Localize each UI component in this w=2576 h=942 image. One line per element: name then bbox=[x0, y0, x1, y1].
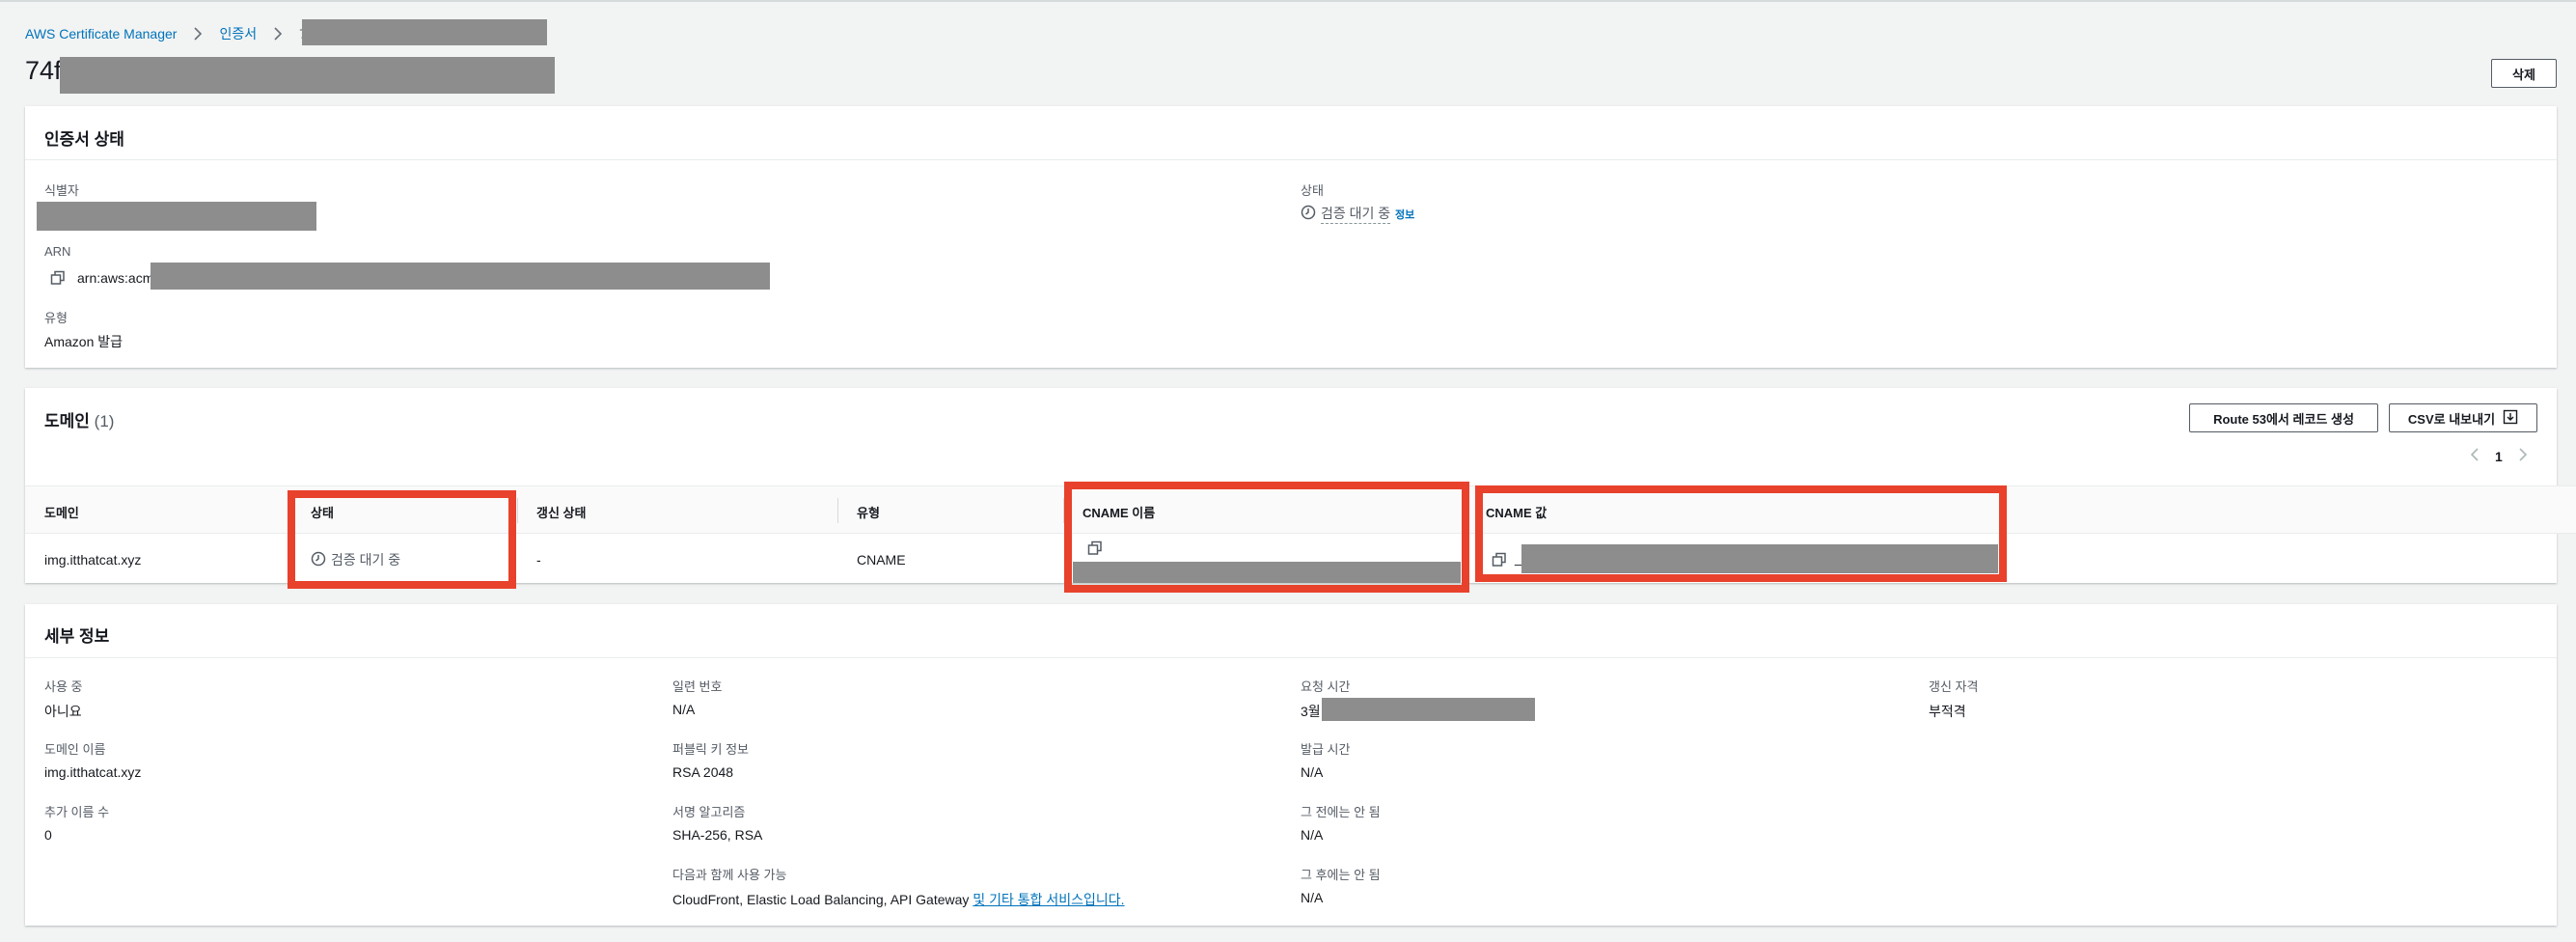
not-before-label: 그 전에는 안 됨 bbox=[1301, 805, 1381, 819]
in-use-label: 사용 중 bbox=[44, 679, 83, 694]
usable-with-value: CloudFront, Elastic Load Balancing, API … bbox=[672, 890, 1125, 909]
pending-status: 검증 대기 중 bbox=[1301, 204, 1391, 224]
breadcrumb: AWS Certificate Manager 인증서 74f bbox=[25, 23, 318, 44]
col-domain[interactable]: 도메인 bbox=[44, 503, 79, 521]
column-divider bbox=[517, 498, 518, 523]
highlight-status-column bbox=[288, 490, 516, 589]
serial-label: 일련 번호 bbox=[672, 679, 723, 694]
redacted-title-id bbox=[60, 57, 555, 94]
type-value: Amazon 발급 bbox=[44, 334, 123, 349]
col-type[interactable]: 유형 bbox=[857, 503, 880, 521]
panel-title: 인증서 상태 bbox=[44, 130, 124, 149]
type-label: 유형 bbox=[44, 311, 68, 325]
redacted-identifier bbox=[37, 202, 316, 231]
renewal-eligibility-label: 갱신 자격 bbox=[1929, 679, 1979, 694]
route53-create-records-button[interactable]: Route 53에서 레코드 생성 bbox=[2189, 403, 2378, 432]
row-renewal-status: - bbox=[536, 552, 541, 568]
in-use-value: 아니요 bbox=[44, 704, 82, 719]
redacted-breadcrumb-id bbox=[302, 19, 547, 45]
page-title: 74f bbox=[25, 56, 62, 85]
row-type: CNAME bbox=[857, 552, 906, 568]
not-after-label: 그 후에는 안 됨 bbox=[1301, 868, 1381, 882]
redacted-arn bbox=[151, 263, 770, 290]
redacted-requested-time bbox=[1322, 698, 1535, 721]
domains-title: 도메인 bbox=[44, 412, 90, 430]
info-link[interactable]: 정보 bbox=[1395, 207, 1414, 222]
export-csv-label: CSV로 내보내기 bbox=[2407, 411, 2496, 427]
details-panel: 세부 정보 사용 중 아니요 도메인 이름 img.itthatcat.xyz … bbox=[25, 604, 2557, 926]
panel-header bbox=[25, 106, 2557, 160]
page-number[interactable]: 1 bbox=[2495, 449, 2503, 464]
highlight-cname-value-column bbox=[1475, 485, 2007, 582]
signature-label: 서명 알고리즘 bbox=[672, 805, 746, 819]
additional-names-label: 추가 이름 수 bbox=[44, 805, 110, 819]
chevron-left-icon[interactable] bbox=[2470, 447, 2480, 465]
column-divider bbox=[837, 498, 838, 523]
col-renewal-status[interactable]: 갱신 상태 bbox=[536, 503, 586, 521]
not-before-value: N/A bbox=[1301, 827, 1324, 843]
public-key-value: RSA 2048 bbox=[672, 764, 734, 780]
identifier-label: 식별자 bbox=[44, 183, 79, 198]
export-csv-button[interactable]: CSV로 내보내기 bbox=[2389, 403, 2537, 432]
clock-icon bbox=[1301, 205, 1316, 223]
breadcrumb-certificates-link[interactable]: 인증서 bbox=[219, 24, 257, 43]
requested-label: 요청 시간 bbox=[1301, 679, 1351, 694]
status-text: 검증 대기 중 bbox=[1321, 204, 1391, 224]
requested-value: 3월 bbox=[1301, 704, 1321, 719]
status-label: 상태 bbox=[1301, 183, 1324, 198]
top-border bbox=[0, 0, 2576, 2]
domain-name-value: img.itthatcat.xyz bbox=[44, 764, 142, 780]
issued-label: 발급 시간 bbox=[1301, 742, 1351, 757]
usable-with-label: 다음과 함께 사용 가능 bbox=[672, 868, 787, 882]
other-services-link[interactable]: 및 기타 통합 서비스입니다. bbox=[973, 892, 1124, 907]
usable-with-services: CloudFront, Elastic Load Balancing, API … bbox=[672, 892, 970, 907]
additional-names-value: 0 bbox=[44, 827, 52, 843]
not-after-value: N/A bbox=[1301, 890, 1324, 905]
chevron-right-icon bbox=[268, 24, 288, 43]
domain-name-label: 도메인 이름 bbox=[44, 742, 106, 757]
download-icon bbox=[2503, 409, 2518, 428]
issued-value: N/A bbox=[1301, 764, 1324, 780]
copy-icon[interactable] bbox=[50, 270, 66, 286]
delete-button[interactable]: 삭제 bbox=[2491, 59, 2557, 88]
domain-count: (1) bbox=[94, 412, 115, 430]
row-domain: img.itthatcat.xyz bbox=[44, 552, 142, 568]
certificate-status-panel: 인증서 상태 식별자 ARN arn:aws:acm 유형 Amazon 발급 … bbox=[25, 106, 2557, 368]
arn-value: arn:aws:acm bbox=[77, 270, 154, 286]
arn-label: ARN bbox=[44, 244, 71, 259]
breadcrumb-acm-link[interactable]: AWS Certificate Manager bbox=[25, 26, 177, 42]
highlight-cname-name-column bbox=[1064, 482, 1469, 593]
chevron-right-icon[interactable] bbox=[2518, 447, 2528, 465]
public-key-label: 퍼블릭 키 정보 bbox=[672, 742, 749, 757]
panel-title: 세부 정보 bbox=[44, 627, 110, 646]
signature-value: SHA-256, RSA bbox=[672, 827, 763, 843]
panel-title: 도메인 (1) bbox=[44, 407, 114, 431]
serial-value: N/A bbox=[672, 702, 696, 717]
chevron-right-icon bbox=[188, 24, 207, 43]
pagination: 1 bbox=[2470, 447, 2528, 465]
panel-header bbox=[25, 604, 2557, 658]
renewal-eligibility-value: 부적격 bbox=[1929, 704, 1966, 719]
